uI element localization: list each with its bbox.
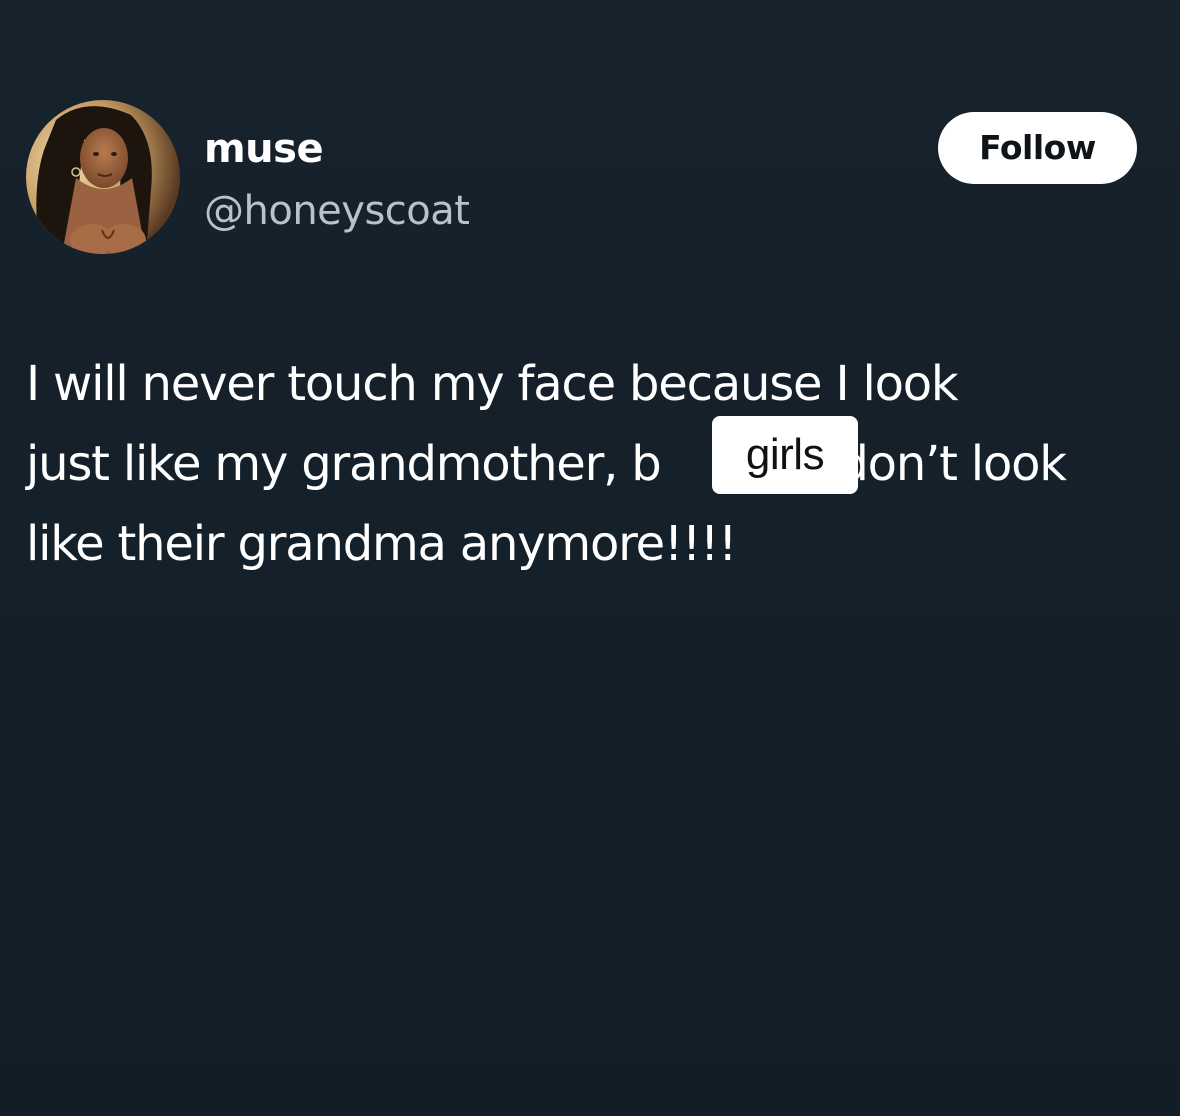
tweet-card: muse @honeyscoat Follow I will never tou… <box>0 0 1180 1116</box>
text-sticker: girls <box>712 416 858 494</box>
follow-button[interactable]: Follow <box>938 112 1137 184</box>
display-name[interactable]: muse <box>204 124 324 174</box>
tweet-text: I will never touch my face because I loo… <box>26 344 1166 584</box>
profile-photo-icon <box>26 100 180 254</box>
tweet-line-3: like their grandma anymore!!!! <box>26 516 737 572</box>
tweet-line-2-start: just like my grandmother, b <box>26 436 662 492</box>
tweet-line-1: I will never touch my face because I loo… <box>26 356 959 412</box>
user-handle[interactable]: @honeyscoat <box>204 186 470 236</box>
tweet-line-2: just like my grandmother, bs don’t look <box>26 424 1166 504</box>
avatar[interactable] <box>26 100 180 254</box>
